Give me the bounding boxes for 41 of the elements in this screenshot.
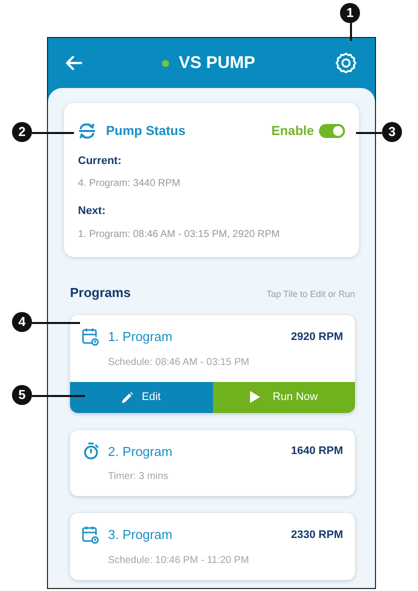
back-arrow-icon[interactable] bbox=[66, 56, 82, 70]
callout-number: 3 bbox=[382, 122, 402, 142]
calendar-clock-icon bbox=[82, 526, 99, 544]
sync-icon bbox=[78, 122, 96, 140]
rpm-value: 2920 RPM bbox=[291, 330, 343, 344]
leader-line bbox=[32, 395, 85, 396]
program-tile[interactable]: 3. Program 2330 RPM Schedule: 10:46 PM - 11:20 PM bbox=[70, 513, 355, 580]
calendar-clock-icon bbox=[82, 328, 99, 346]
rpm-value: 2330 RPM bbox=[291, 528, 343, 542]
callout-number: 1 bbox=[340, 3, 360, 23]
play-icon bbox=[250, 391, 260, 403]
edit-button[interactable]: Edit bbox=[70, 382, 212, 412]
leader-line bbox=[32, 132, 74, 134]
next-label: Next: bbox=[78, 204, 107, 219]
program-name: 1. Program bbox=[108, 328, 172, 346]
rpm-value: 1640 RPM bbox=[291, 444, 343, 459]
program-name: 2. Program bbox=[108, 442, 172, 461]
callout-number: 2 bbox=[12, 122, 32, 142]
program-tile[interactable]: 2. Program 1640 RPM Timer: 3 mins bbox=[70, 430, 355, 496]
toggle-label: Enable bbox=[271, 122, 314, 140]
program-name: 3. Program bbox=[108, 526, 172, 544]
program-detail: Schedule: 10:46 PM - 11:20 PM bbox=[108, 554, 250, 568]
program-detail: Schedule: 08:46 AM - 03:15 PM bbox=[108, 356, 250, 370]
current-label: Current: bbox=[78, 154, 122, 168]
hint-text: Tap Tile to Edit or Run bbox=[266, 288, 355, 301]
program-tile[interactable]: 1. Program 2920 RPM Schedule: 08:46 AM - 03:15 PM Edit Run Now bbox=[70, 315, 355, 412]
leader-line bbox=[356, 132, 382, 134]
section-heading: Programs bbox=[70, 284, 131, 302]
toggle-switch[interactable] bbox=[319, 124, 345, 138]
card-title: Pump Status bbox=[106, 122, 186, 140]
settings-icon[interactable] bbox=[335, 52, 357, 74]
pencil-icon bbox=[122, 392, 133, 402]
current-value: 4. Program: 3440 RPM bbox=[78, 177, 182, 191]
callout-number: 4 bbox=[12, 312, 32, 332]
program-detail: Timer: 3 mins bbox=[108, 470, 170, 484]
stopwatch-icon bbox=[82, 442, 98, 460]
leader-line bbox=[350, 23, 352, 41]
callout-number: 5 bbox=[12, 385, 32, 405]
leader-line bbox=[32, 322, 80, 324]
screen-title: VS PUMP bbox=[178, 52, 256, 74]
next-value: 1. Program: 08:46 AM - 03:15 PM, 2920 RPM bbox=[78, 228, 281, 242]
